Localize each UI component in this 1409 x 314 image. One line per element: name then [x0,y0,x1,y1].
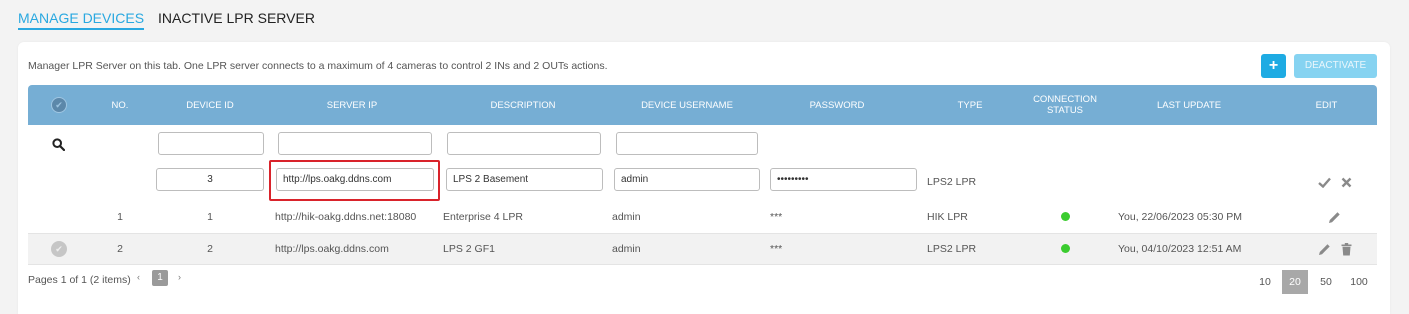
page-size-option[interactable]: 100 [1344,270,1374,294]
devices-grid: ✔ NO. DEVICE ID SERVER IP DESCRIPTION DE… [28,85,1377,265]
row-no: 1 [117,211,123,223]
status-online-indicator [1061,212,1070,221]
row-select-checkbox[interactable]: ✔ [51,241,67,257]
close-icon[interactable] [1338,174,1354,190]
row-description: LPS 2 GF1 [443,243,495,255]
pencil-icon[interactable] [1316,241,1332,257]
col-server-ip[interactable]: SERVER IP [270,85,434,125]
check-icon: ✔ [55,243,63,254]
check-icon: ✔ [55,99,63,110]
row-password: *** [770,243,783,255]
edit-username-input[interactable] [614,168,760,191]
next-page-button[interactable]: › [178,272,181,282]
filter-username-input[interactable] [616,132,758,155]
col-type[interactable]: TYPE [912,85,1028,125]
table-row[interactable]: ✔ 2 2 http://lps.oakg.ddns.com LPS 2 GF1… [28,233,1377,265]
grid-header: ✔ NO. DEVICE ID SERVER IP DESCRIPTION DE… [28,85,1377,125]
pager-bar: Pages 1 of 1 (2 items) ‹ 1 › 10 20 50 10… [28,266,1377,296]
row-password: *** [770,211,783,223]
edit-type-value: LPS2 LPR [927,176,977,188]
select-all-cell: ✔ [28,85,90,125]
tab-inactive-lpr-server[interactable]: INACTIVE LPR SERVER [158,8,315,30]
trash-icon[interactable] [1338,241,1354,257]
devices-panel: Manager LPR Server on this tab. One LPR … [18,42,1390,314]
col-connection-status[interactable]: CONNECTION STATUS [1028,85,1102,125]
col-password[interactable]: PASSWORD [762,85,912,125]
row-no: 2 [117,243,123,255]
row-type: HIK LPR [927,211,968,223]
col-connection-status-line1: CONNECTION [1033,94,1097,105]
filter-server-ip-input[interactable] [278,132,432,155]
row-description: Enterprise 4 LPR [443,211,523,223]
tab-bar: MANAGE DEVICES INACTIVE LPR SERVER [18,8,315,30]
row-username: admin [612,211,641,223]
select-all-checkbox[interactable]: ✔ [51,97,67,113]
check-icon[interactable] [1316,174,1332,190]
search-icon [50,136,66,152]
row-last-update: You, 04/10/2023 12:51 AM [1118,243,1242,255]
col-last-update[interactable]: LAST UPDATE [1102,85,1276,125]
page-size-option[interactable]: 10 [1252,270,1278,294]
edit-server-ip-input[interactable] [276,168,434,191]
row-server-ip: http://lps.oakg.ddns.com [275,243,389,255]
deactivate-button[interactable]: DEACTIVATE [1294,54,1377,78]
prev-page-button[interactable]: ‹ [137,272,140,282]
col-description[interactable]: DESCRIPTION [434,85,612,125]
col-no[interactable]: NO. [90,85,150,125]
edit-device-id-input[interactable] [156,168,264,191]
tab-manage-devices[interactable]: MANAGE DEVICES [18,8,145,30]
col-connection-status-line2: STATUS [1046,105,1084,116]
table-row[interactable]: 1 1 http://hik-oakg.ddns.net:18080 Enter… [28,201,1377,233]
filter-row [28,125,1377,163]
row-device-id: 1 [207,211,213,223]
row-username: admin [612,243,641,255]
pager-summary: Pages 1 of 1 (2 items) [28,274,131,286]
page-size-option[interactable]: 50 [1313,270,1339,294]
filter-description-input[interactable] [447,132,601,155]
status-online-indicator [1061,244,1070,253]
col-edit: EDIT [1315,99,1338,111]
col-device-id[interactable]: DEVICE ID [150,85,270,125]
page-number-button[interactable]: 1 [152,270,168,286]
edit-description-input[interactable] [446,168,603,191]
row-type: LPS2 LPR [927,243,977,255]
filter-device-id-input[interactable] [158,132,264,155]
row-last-update: You, 22/06/2023 05:30 PM [1118,211,1242,223]
col-device-username[interactable]: DEVICE USERNAME [612,85,762,125]
row-device-id: 2 [207,243,213,255]
row-server-ip: http://hik-oakg.ddns.net:18080 [275,211,417,223]
tab-description: Manager LPR Server on this tab. One LPR … [28,60,608,72]
add-device-button[interactable]: + [1261,54,1286,78]
page-size-option[interactable]: 20 [1282,270,1308,294]
pencil-icon[interactable] [1326,209,1342,225]
edit-password-input[interactable] [770,168,917,191]
edit-row: LPS2 LPR [28,160,1377,201]
